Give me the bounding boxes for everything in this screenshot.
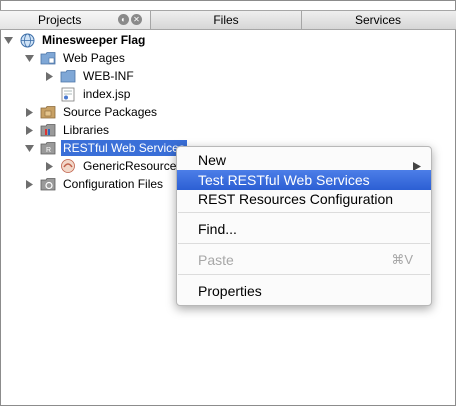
libraries-label: Libraries bbox=[63, 123, 110, 137]
source-packages-label: Source Packages bbox=[63, 105, 158, 119]
index-jsp-label: index.jsp bbox=[83, 87, 131, 101]
tab-services[interactable]: Services bbox=[302, 11, 454, 29]
menu-item-find-label: Find... bbox=[198, 221, 237, 237]
tree-node-web-inf[interactable]: WEB-INF bbox=[45, 67, 136, 85]
menu-item-find[interactable]: Find... bbox=[177, 219, 431, 239]
menu-item-new[interactable]: New bbox=[177, 150, 431, 171]
menu-separator bbox=[178, 274, 430, 275]
tree-node-restful[interactable]: R RESTful Web Services bbox=[25, 139, 187, 157]
menu-item-properties-label: Properties bbox=[198, 283, 262, 299]
package-folder-icon bbox=[40, 104, 56, 120]
minimize-icon[interactable]: ◐ bbox=[118, 14, 129, 25]
rest-service-icon bbox=[60, 158, 76, 174]
menu-separator bbox=[178, 212, 430, 213]
tree-node-source-packages[interactable]: Source Packages bbox=[25, 103, 159, 121]
expand-right-icon[interactable] bbox=[25, 179, 34, 189]
tab-projects-label: Projects bbox=[38, 13, 82, 27]
expand-down-icon[interactable] bbox=[4, 36, 13, 45]
expand-down-icon[interactable] bbox=[25, 144, 34, 153]
menu-item-rest-config[interactable]: REST Resources Configuration bbox=[177, 189, 431, 209]
menu-item-new-label: New bbox=[198, 152, 227, 168]
folder-icon bbox=[60, 68, 76, 84]
tree-node-generic-resource[interactable]: GenericResource bbox=[45, 157, 178, 175]
menu-item-paste: Paste ⌘V bbox=[177, 250, 431, 270]
menu-item-test-restful-label: Test RESTful Web Services bbox=[198, 172, 370, 188]
project-name: Minesweeper Flag bbox=[42, 33, 146, 47]
menu-item-paste-label: Paste bbox=[198, 252, 234, 268]
jsp-file-icon bbox=[60, 86, 76, 102]
generic-resource-label: GenericResource bbox=[83, 159, 177, 173]
web-pages-label: Web Pages bbox=[63, 51, 125, 65]
tab-files[interactable]: Files bbox=[151, 11, 302, 29]
rest-folder-icon: R bbox=[40, 140, 56, 156]
expand-right-icon[interactable] bbox=[45, 71, 54, 81]
paste-shortcut: ⌘V bbox=[391, 252, 413, 267]
restful-label: RESTful Web Services bbox=[61, 140, 187, 156]
tab-services-label: Services bbox=[354, 13, 401, 27]
expand-right-icon[interactable] bbox=[25, 107, 34, 117]
config-folder-icon bbox=[40, 176, 56, 192]
tree-node-web-pages[interactable]: Web Pages bbox=[25, 49, 127, 67]
tree-node-libraries[interactable]: Libraries bbox=[25, 121, 111, 139]
close-icon[interactable]: ✕ bbox=[131, 14, 142, 25]
library-folder-icon bbox=[40, 122, 56, 138]
configuration-files-label: Configuration Files bbox=[63, 177, 164, 191]
expand-right-icon[interactable] bbox=[25, 125, 34, 135]
expand-down-icon[interactable] bbox=[25, 54, 34, 63]
tab-projects[interactable]: Projects ◐ ✕ bbox=[0, 11, 151, 29]
web-inf-label: WEB-INF bbox=[83, 69, 134, 83]
expand-right-icon[interactable] bbox=[45, 161, 54, 171]
menu-item-properties[interactable]: Properties bbox=[177, 281, 431, 301]
folder-icon bbox=[40, 50, 56, 66]
tab-controls: ◐ ✕ bbox=[118, 14, 142, 25]
menu-item-test-restful[interactable]: Test RESTful Web Services bbox=[177, 170, 431, 190]
context-menu: New Test RESTful Web Services REST Resou… bbox=[176, 146, 432, 306]
svg-text:R: R bbox=[46, 147, 51, 154]
tree-node-configuration-files[interactable]: Configuration Files bbox=[25, 175, 165, 193]
menu-item-rest-config-label: REST Resources Configuration bbox=[198, 191, 394, 207]
tree-node-project[interactable]: Minesweeper Flag bbox=[4, 31, 147, 49]
globe-project-icon bbox=[19, 32, 35, 48]
tree-node-index-jsp[interactable]: index.jsp bbox=[60, 85, 132, 103]
panel-tab-bar: Projects ◐ ✕ Files Services bbox=[0, 10, 456, 30]
tab-files-label: Files bbox=[213, 13, 239, 27]
menu-separator bbox=[178, 243, 430, 244]
